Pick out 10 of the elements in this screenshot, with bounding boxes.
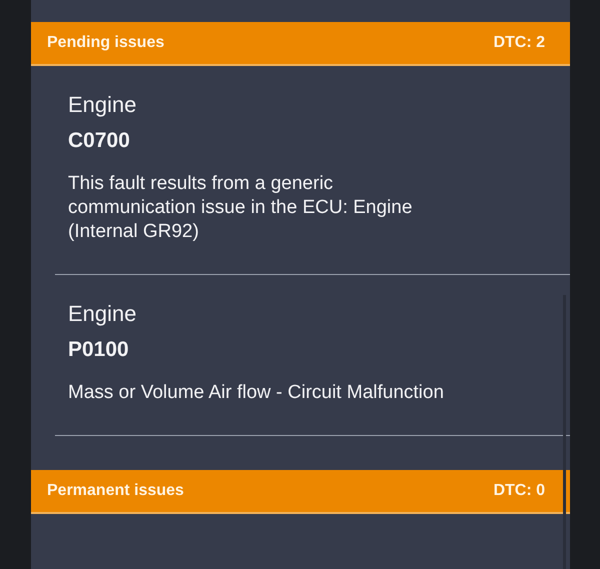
system-name: Engine: [68, 300, 138, 328]
fault-description: Mass or Volume Air flow - Circuit Malfunction: [68, 381, 445, 405]
fault-description: This fault results from a generic communication issue in the ECU: Engine (Internal GR92): [68, 172, 414, 244]
fault-code: C0700: [68, 128, 131, 154]
dtc-count: DTC: 0: [493, 482, 545, 500]
fault-code: P0100: [68, 337, 130, 363]
system-name: Engine: [68, 91, 138, 119]
section-title: Pending issues: [47, 34, 164, 52]
dtc-count: DTC: 2: [493, 34, 545, 52]
section-title: Permanent issues: [47, 482, 184, 500]
